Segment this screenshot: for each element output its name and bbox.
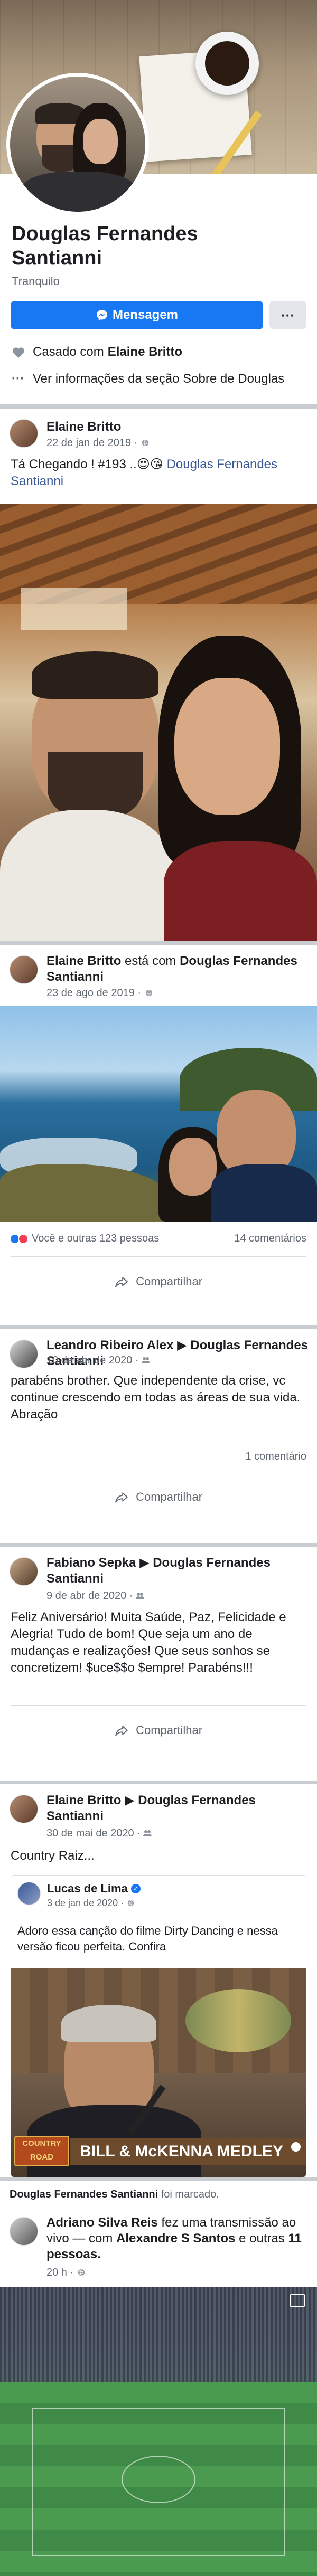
share-button[interactable]: Compartilhar bbox=[0, 1275, 317, 1289]
post-date[interactable]: 10 de abr de 2020 · bbox=[46, 1355, 139, 1366]
relationship-row: Casado com Elaine Britto bbox=[12, 345, 182, 359]
live-icon bbox=[291, 2142, 301, 2152]
post-author[interactable]: Elaine Britto bbox=[46, 954, 121, 968]
post-date[interactable]: 23 de ago de 2019 · bbox=[46, 987, 141, 999]
avatar[interactable] bbox=[10, 1795, 38, 1823]
messenger-icon bbox=[96, 310, 107, 320]
avatar[interactable] bbox=[10, 419, 38, 448]
post-text: parabéns brother. Que independente da cr… bbox=[11, 1374, 301, 1422]
arrow-right-icon: ▶ bbox=[177, 1338, 187, 1352]
comments-count[interactable]: 1 comentário bbox=[245, 1451, 306, 1463]
share-icon bbox=[115, 1726, 128, 1736]
post-date[interactable]: 9 de abr de 2020 · bbox=[46, 1590, 133, 1602]
share-button[interactable]: Compartilhar bbox=[0, 1490, 317, 1504]
divider bbox=[11, 1705, 306, 1706]
avatar[interactable] bbox=[10, 1557, 38, 1586]
shared-post-text: Adoro essa canção do filme Dirty Dancing… bbox=[17, 1924, 278, 1953]
emoji: 😍😘 bbox=[136, 457, 163, 471]
globe-icon bbox=[78, 2269, 85, 2276]
tagged-user-link[interactable]: Douglas Fernandes Santianni bbox=[10, 2189, 158, 2200]
friends-icon bbox=[143, 1830, 152, 1836]
profile-name: Douglas Fernandes Santianni bbox=[12, 223, 198, 269]
share-label: Compartilhar bbox=[136, 1275, 203, 1288]
fullscreen-icon[interactable] bbox=[290, 2294, 305, 2307]
fish-image bbox=[185, 1989, 291, 2052]
live-video[interactable] bbox=[0, 2287, 317, 2576]
post-text: Country Raiz... bbox=[11, 1849, 95, 1863]
globe-icon bbox=[145, 989, 152, 997]
share-label: Compartilhar bbox=[136, 1723, 203, 1737]
arrow-right-icon: ▶ bbox=[139, 1556, 150, 1570]
video-title-banner: BILL & McKENNA MEDLEY bbox=[70, 2138, 306, 2165]
avatar[interactable] bbox=[10, 2217, 38, 2246]
post-photo[interactable] bbox=[0, 1006, 317, 1222]
avatar[interactable] bbox=[10, 1340, 38, 1368]
post-photo[interactable] bbox=[0, 504, 317, 941]
post-author[interactable]: Elaine Britto bbox=[46, 1793, 121, 1807]
post-card: Elaine Britto 22 de jan de 2019 · Tá Che… bbox=[0, 409, 317, 941]
about-row[interactable]: ··· Ver informações da seção Sobre de Do… bbox=[12, 371, 286, 387]
friends-icon bbox=[136, 1593, 145, 1599]
post-text: Tá Chegando ! #193 ..😍😘 Douglas Fernande… bbox=[11, 457, 278, 488]
love-reaction-icon bbox=[18, 1233, 29, 1244]
about-link[interactable]: Ver informações da seção Sobre de Dougla… bbox=[33, 371, 284, 387]
more-button[interactable]: ··· bbox=[269, 301, 306, 329]
shared-post[interactable]: Lucas de Lima ✓ 3 de jan de 2020 · Adoro… bbox=[11, 1875, 306, 2177]
post-author[interactable]: Adriano Silva Reis bbox=[46, 2215, 158, 2230]
arrow-right-icon: ▶ bbox=[125, 1793, 135, 1807]
divider bbox=[11, 1256, 306, 1257]
globe-icon bbox=[127, 1900, 134, 1907]
share-icon bbox=[115, 1492, 128, 1503]
post-author[interactable]: Elaine Britto bbox=[46, 419, 121, 435]
share-label: Compartilhar bbox=[136, 1490, 203, 1503]
post-card: Elaine Britto está com Douglas Fernandes… bbox=[0, 945, 317, 1325]
post-card: Elaine Britto ▶ Douglas Fernandes Santia… bbox=[0, 1784, 317, 2177]
video-thumbnail[interactable]: COUNTRY ROAD BILL & McKENNA MEDLEY bbox=[11, 1968, 306, 2177]
tagged-notice: Douglas Fernandes Santianni foi marcado. bbox=[10, 2189, 219, 2200]
post-date[interactable]: 20 h · bbox=[46, 2267, 73, 2278]
profile-header: Douglas Fernandes Santianni Tranquilo Me… bbox=[0, 0, 317, 404]
country-road-logo: COUNTRY ROAD bbox=[14, 2136, 69, 2166]
share-icon bbox=[115, 1277, 128, 1287]
post-date[interactable]: 30 de mai de 2020 · bbox=[46, 1827, 141, 1839]
message-button-label: Mensagem bbox=[112, 308, 179, 322]
shared-post-date[interactable]: 3 de jan de 2020 · bbox=[47, 1898, 124, 1908]
post-text: Feliz Aniversário! Muita Saúde, Paz, Fel… bbox=[11, 1610, 286, 1675]
shared-post-author[interactable]: Lucas de Lima bbox=[47, 1882, 128, 1896]
relationship-partner-link[interactable]: Elaine Britto bbox=[108, 345, 182, 359]
coffee-cup-image bbox=[195, 32, 259, 95]
avatar[interactable] bbox=[17, 1882, 41, 1905]
post-card: Leandro Ribeiro Alex ▶ Douglas Fernandes… bbox=[0, 1329, 317, 1543]
message-button[interactable]: Mensagem bbox=[11, 301, 263, 329]
reactions-row[interactable]: Você e outras 123 pessoas bbox=[10, 1233, 159, 1245]
share-button[interactable]: Compartilhar bbox=[0, 1723, 317, 1737]
heart-icon bbox=[13, 347, 24, 358]
avatar[interactable] bbox=[10, 955, 38, 984]
relationship-label: Casado com bbox=[33, 345, 104, 359]
reactions-count: Você e outras 123 pessoas bbox=[32, 1233, 160, 1244]
profile-picture[interactable] bbox=[6, 73, 149, 215]
post-author[interactable]: Leandro Ribeiro Alex bbox=[46, 1338, 174, 1352]
globe-icon bbox=[142, 439, 149, 447]
post-date[interactable]: 22 de jan de 2019 · bbox=[46, 437, 137, 449]
profile-status: Tranquilo bbox=[12, 274, 60, 288]
post-card: Douglas Fernandes Santianni foi marcado.… bbox=[0, 2181, 317, 2576]
tagged-user-link[interactable]: Alexandre S Santos bbox=[116, 2231, 235, 2246]
verified-icon: ✓ bbox=[130, 1884, 141, 1893]
post-card: Fabiano Sepka ▶ Douglas Fernandes Santia… bbox=[0, 1547, 317, 1781]
friends-icon bbox=[142, 1357, 151, 1363]
comments-count[interactable]: 14 comentários bbox=[234, 1233, 306, 1245]
more-dots-icon: ··· bbox=[12, 372, 24, 386]
post-author[interactable]: Fabiano Sepka bbox=[46, 1556, 136, 1570]
